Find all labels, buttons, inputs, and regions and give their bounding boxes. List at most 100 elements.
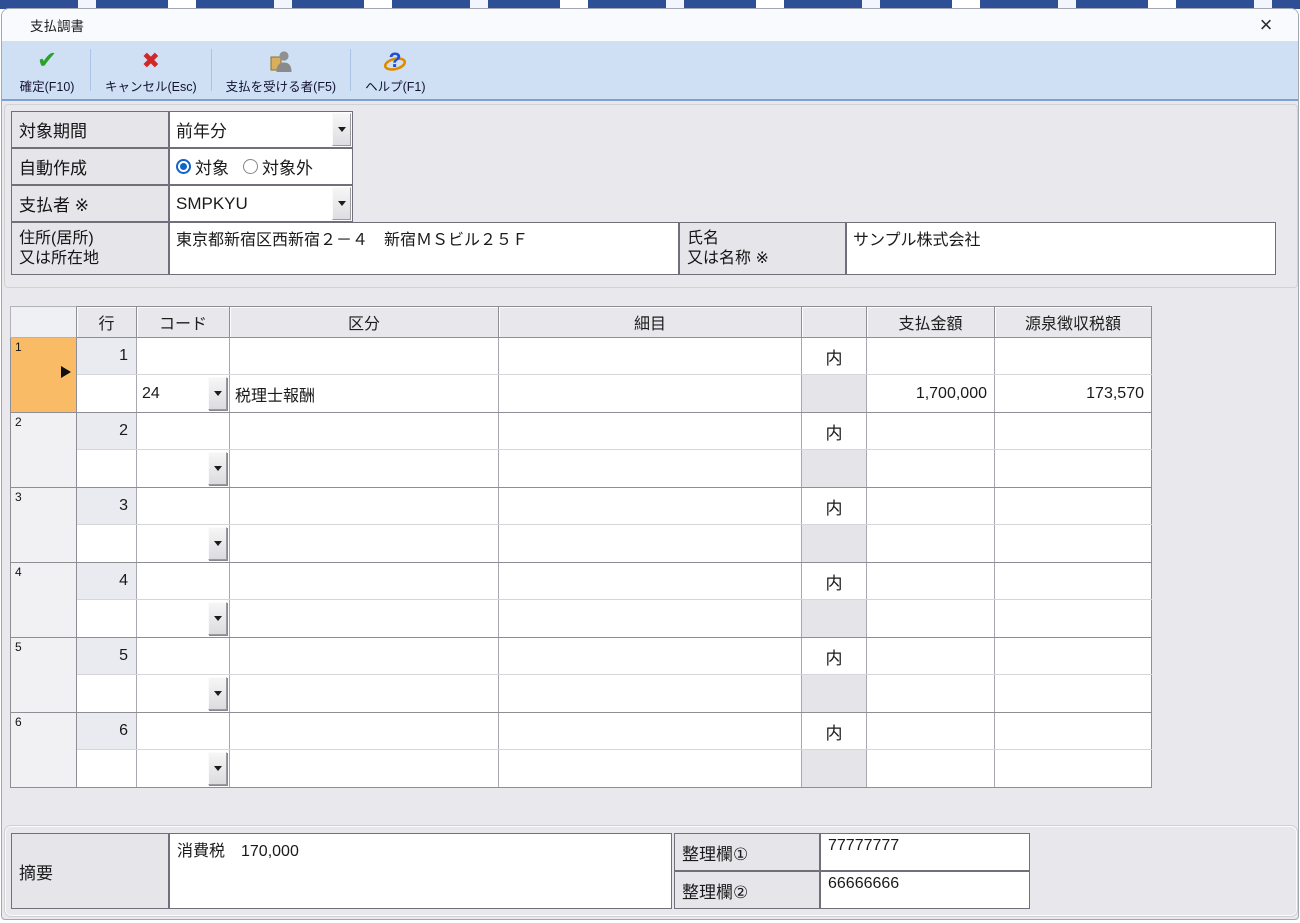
- detail-cell[interactable]: [499, 675, 802, 712]
- detail-cell[interactable]: [499, 450, 802, 487]
- code-dropdown-button[interactable]: [208, 377, 227, 410]
- payment-upper-cell[interactable]: [867, 338, 995, 374]
- detail-cell[interactable]: [499, 375, 802, 412]
- withholding-cell[interactable]: 173,570: [995, 375, 1152, 412]
- code-cell[interactable]: [137, 675, 230, 712]
- row-selector[interactable]: 2: [10, 413, 77, 487]
- detail-cell[interactable]: [499, 750, 802, 787]
- withholding-cell[interactable]: [995, 600, 1152, 637]
- confirm-button[interactable]: ✔ 確定(F10): [8, 41, 86, 99]
- code-cell[interactable]: [137, 750, 230, 787]
- line-blank-cell: [77, 525, 137, 562]
- code-upper-cell[interactable]: [137, 338, 230, 374]
- withholding-cell[interactable]: [995, 750, 1152, 787]
- code-dropdown-button[interactable]: [208, 527, 227, 560]
- summary-field[interactable]: 消費税 170,000: [169, 833, 672, 909]
- withholding-upper-cell[interactable]: [995, 338, 1152, 374]
- row-selector[interactable]: 3: [10, 488, 77, 562]
- category-cell[interactable]: [230, 750, 499, 787]
- row-selector[interactable]: 6: [10, 713, 77, 787]
- target-period-select[interactable]: 前年分: [169, 111, 353, 148]
- payee-button[interactable]: 支払を受ける者(F5): [216, 41, 346, 99]
- withholding-upper-cell[interactable]: [995, 488, 1152, 524]
- detail-upper-cell[interactable]: [499, 413, 802, 449]
- seiri1-field[interactable]: 77777777: [820, 833, 1030, 871]
- payment-upper-cell[interactable]: [867, 638, 995, 674]
- seiri2-field[interactable]: 66666666: [820, 871, 1030, 909]
- withholding-cell[interactable]: [995, 450, 1152, 487]
- withholding-cell[interactable]: [995, 525, 1152, 562]
- category-cell[interactable]: [230, 600, 499, 637]
- sub-row-lower: [77, 675, 1152, 712]
- help-button[interactable]: ? ヘルプ(F1): [355, 41, 435, 99]
- detail-upper-cell[interactable]: [499, 638, 802, 674]
- detail-upper-cell[interactable]: [499, 488, 802, 524]
- code-cell[interactable]: 24: [137, 375, 230, 412]
- address-field[interactable]: 東京都新宿区西新宿２－４ 新宿ＭＳビル２５Ｆ: [169, 222, 679, 275]
- payment-cell[interactable]: [867, 750, 995, 787]
- code-dropdown-button[interactable]: [208, 452, 227, 485]
- payment-upper-cell[interactable]: [867, 563, 995, 599]
- detail-upper-cell[interactable]: [499, 338, 802, 374]
- code-cell[interactable]: [137, 450, 230, 487]
- line-number-cell: 4: [77, 563, 137, 599]
- code-cell[interactable]: [137, 600, 230, 637]
- header-row: 行: [77, 306, 137, 338]
- payment-cell[interactable]: [867, 525, 995, 562]
- withholding-upper-cell[interactable]: [995, 713, 1152, 749]
- withholding-upper-cell[interactable]: [995, 638, 1152, 674]
- code-upper-cell[interactable]: [137, 488, 230, 524]
- address-label: 住所(居所) 又は所在地: [11, 222, 169, 275]
- payer-dropdown-button[interactable]: [332, 187, 351, 220]
- close-icon[interactable]: ×: [1244, 9, 1288, 41]
- payer-select[interactable]: SMPKYU: [169, 185, 353, 222]
- payment-cell[interactable]: [867, 600, 995, 637]
- payment-upper-cell[interactable]: [867, 413, 995, 449]
- row-selector-number: 4: [15, 565, 22, 579]
- category-cell[interactable]: [230, 450, 499, 487]
- category-upper-cell[interactable]: [230, 638, 499, 674]
- row-selector[interactable]: 4: [10, 563, 77, 637]
- row-body: 6 内: [77, 713, 1152, 787]
- code-dropdown-button[interactable]: [208, 602, 227, 635]
- code-cell[interactable]: [137, 525, 230, 562]
- help-icon: ?: [381, 47, 409, 75]
- grid-corner-cell: [10, 306, 77, 338]
- category-upper-cell[interactable]: [230, 338, 499, 374]
- row-selector[interactable]: 5: [10, 638, 77, 712]
- payment-upper-cell[interactable]: [867, 713, 995, 749]
- detail-cell[interactable]: [499, 600, 802, 637]
- line-blank-cell: [77, 750, 137, 787]
- detail-upper-cell[interactable]: [499, 713, 802, 749]
- detail-cell[interactable]: [499, 525, 802, 562]
- code-upper-cell[interactable]: [137, 638, 230, 674]
- payment-cell[interactable]: [867, 450, 995, 487]
- category-upper-cell[interactable]: [230, 413, 499, 449]
- withholding-upper-cell[interactable]: [995, 413, 1152, 449]
- payment-cell[interactable]: 1,700,000: [867, 375, 995, 412]
- payment-cell[interactable]: [867, 675, 995, 712]
- code-upper-cell[interactable]: [137, 413, 230, 449]
- target-period-dropdown-button[interactable]: [332, 113, 351, 146]
- code-upper-cell[interactable]: [137, 563, 230, 599]
- payment-upper-cell[interactable]: [867, 488, 995, 524]
- category-upper-cell[interactable]: [230, 563, 499, 599]
- category-cell[interactable]: [230, 675, 499, 712]
- name-field[interactable]: サンプル株式会社: [846, 222, 1276, 275]
- category-cell[interactable]: [230, 525, 499, 562]
- code-upper-cell[interactable]: [137, 713, 230, 749]
- code-dropdown-button[interactable]: [208, 752, 227, 785]
- inner-gray-cell: [802, 600, 867, 637]
- withholding-cell[interactable]: [995, 675, 1152, 712]
- withholding-upper-cell[interactable]: [995, 563, 1152, 599]
- radio-taishougai[interactable]: 対象外: [243, 154, 313, 179]
- category-upper-cell[interactable]: [230, 713, 499, 749]
- cancel-button[interactable]: ✖ キャンセル(Esc): [95, 41, 207, 99]
- row-selector[interactable]: 1: [10, 338, 77, 412]
- row-selector-number: 2: [15, 415, 22, 429]
- category-upper-cell[interactable]: [230, 488, 499, 524]
- radio-taishou[interactable]: 対象: [176, 154, 229, 179]
- code-dropdown-button[interactable]: [208, 677, 227, 710]
- detail-upper-cell[interactable]: [499, 563, 802, 599]
- category-cell[interactable]: 税理士報酬: [230, 375, 499, 412]
